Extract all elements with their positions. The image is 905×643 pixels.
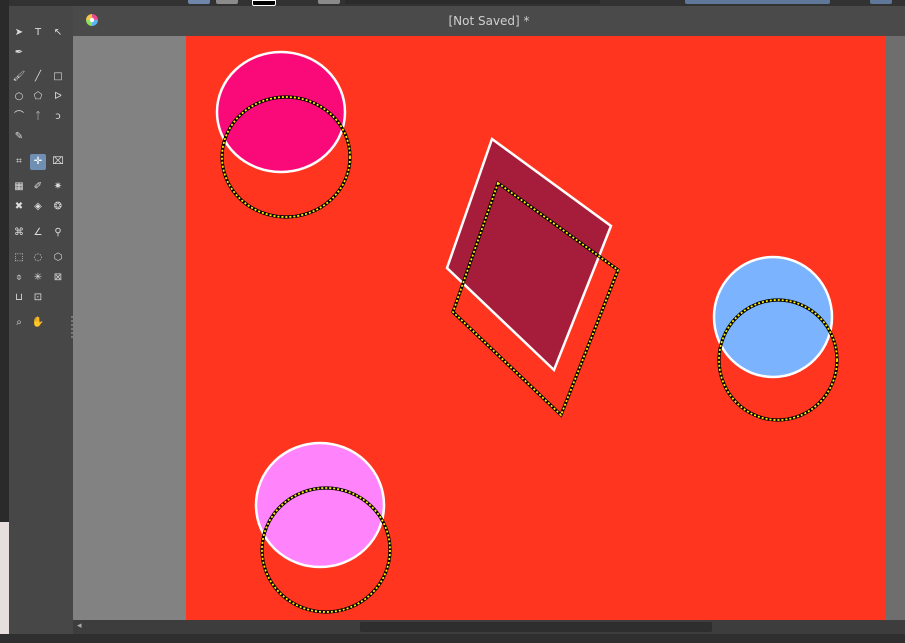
polygonal-selection-icon-glyph: ⬡ xyxy=(53,252,63,263)
zoom-tool-icon-glyph: ⌕ xyxy=(16,317,22,328)
magnetic-selection-icon-glyph: ⊡ xyxy=(33,292,43,303)
status-bar xyxy=(0,634,905,643)
fill-tool-icon-glyph: ◈ xyxy=(34,201,42,212)
gradient-button[interactable] xyxy=(318,0,340,4)
crop-tool-icon[interactable]: ⌧ xyxy=(51,155,65,169)
circle-magenta[interactable] xyxy=(215,50,347,174)
ellipse-tool-icon[interactable]: ○ xyxy=(12,90,26,104)
text-tool-icon-glyph: T xyxy=(34,27,42,38)
move-tool-icon[interactable]: ✛ xyxy=(30,154,46,170)
smart-patch-icon-glyph: ✷ xyxy=(53,181,63,192)
rectangular-selection-icon[interactable]: ⬚ xyxy=(12,251,26,265)
background-window xyxy=(0,522,9,643)
color-picker-icon[interactable]: ✐ xyxy=(31,180,45,194)
reference-pin-icon-glyph: ⚲ xyxy=(54,227,62,238)
bezier-curve-icon-glyph: ⌒ xyxy=(14,111,24,122)
ellipse-tool-icon-glyph: ○ xyxy=(14,91,24,102)
canvas-drawing[interactable] xyxy=(73,36,905,620)
gradient-tool-icon[interactable]: ▦ xyxy=(12,180,26,194)
circle-pink[interactable] xyxy=(254,441,386,569)
smart-patch-icon[interactable]: ✷ xyxy=(51,180,65,194)
multibrush-icon[interactable]: ✎ xyxy=(12,130,26,144)
line-tool-icon[interactable]: ╱ xyxy=(31,70,45,84)
elliptical-selection-icon[interactable]: ◌ xyxy=(31,251,45,265)
circle-blue[interactable] xyxy=(712,255,834,379)
magnetic-selection-icon[interactable]: ⊡ xyxy=(31,291,45,305)
polyline-tool-icon-glyph: ᐅ xyxy=(54,91,62,102)
polygonal-selection-icon[interactable]: ⬡ xyxy=(51,251,65,265)
left-edge-panel xyxy=(0,0,9,643)
similar-color-selection-icon[interactable]: ⊠ xyxy=(51,271,65,285)
freehand-brush-icon[interactable]: 🖌 xyxy=(12,70,26,84)
pattern-edit-icon[interactable]: ❂ xyxy=(51,200,65,214)
dynamic-brush-icon[interactable]: ᛏ xyxy=(31,110,45,124)
select-shapes-icon[interactable]: ➤ xyxy=(12,26,26,40)
bezier-curve-icon[interactable]: ⌒ xyxy=(12,110,26,124)
edit-shapes-icon[interactable]: ↖ xyxy=(51,26,65,40)
calligraphy-icon[interactable]: ✒ xyxy=(12,46,26,60)
transform-tool-icon[interactable]: ⌗ xyxy=(12,155,26,169)
edit-shapes-icon-glyph: ↖ xyxy=(53,27,63,38)
canvas-right-margin xyxy=(886,36,905,620)
freehand-brush-icon-glyph: 🖌 xyxy=(12,71,26,82)
dynamic-brush-icon-glyph: ᛏ xyxy=(35,111,41,122)
transform-tool-icon-glyph: ⌗ xyxy=(16,156,22,167)
measure-tool-icon-glyph: ∠ xyxy=(33,227,43,238)
reference-pin-icon[interactable]: ⚲ xyxy=(51,226,65,240)
zoom-tool-icon[interactable]: ⌕ xyxy=(12,316,26,330)
toolbox: ➤ T ↖ ✒ 🖌 ╱ □ ○ ⬠ ᐅ ⌒ ᛏ ↄ ✎ ⌗ ✛ ⌧ ▦ ✐ ✷ … xyxy=(9,6,73,643)
crop-tool-icon-glyph: ⌧ xyxy=(52,156,64,167)
pattern-edit-icon-glyph: ❂ xyxy=(53,201,63,212)
pan-tool-icon-glyph: ✋ xyxy=(31,317,45,328)
size-slider[interactable] xyxy=(870,0,892,4)
colorize-mask-icon[interactable]: ✖ xyxy=(12,200,26,214)
freehand-path-icon[interactable]: ↄ xyxy=(51,110,65,124)
rectangle-tool-icon-glyph: □ xyxy=(53,71,63,82)
freehand-selection-icon[interactable]: ⌽ xyxy=(12,271,26,285)
polygon-tool-icon[interactable]: ⬠ xyxy=(31,90,45,104)
color-picker-icon-glyph: ✐ xyxy=(33,181,43,192)
polygon-tool-icon-glyph: ⬠ xyxy=(33,91,43,102)
colorize-mask-icon-glyph: ✖ xyxy=(14,201,24,212)
scroll-left-icon[interactable]: ◂ xyxy=(77,621,82,631)
assistant-tool-icon-glyph: ⌘ xyxy=(14,227,24,238)
measure-tool-icon[interactable]: ∠ xyxy=(31,226,45,240)
brush-preset-button[interactable] xyxy=(188,0,210,4)
elliptical-selection-icon-glyph: ◌ xyxy=(33,252,43,263)
multibrush-icon-glyph: ✎ xyxy=(14,131,24,142)
horizontal-scrollbar[interactable]: ◂ xyxy=(73,620,905,634)
line-tool-icon-glyph: ╱ xyxy=(34,71,42,82)
freehand-selection-icon-glyph: ⌽ xyxy=(16,272,22,283)
select-shapes-icon-glyph: ➤ xyxy=(14,27,24,38)
rectangle-tool-icon[interactable]: □ xyxy=(51,70,65,84)
rectangular-selection-icon-glyph: ⬚ xyxy=(14,252,24,263)
opacity-slider[interactable] xyxy=(685,0,830,4)
text-tool-icon[interactable]: T xyxy=(31,26,45,40)
horizontal-scroll-thumb[interactable] xyxy=(360,622,712,632)
polyline-tool-icon[interactable]: ᐅ xyxy=(51,90,65,104)
fill-pattern-button[interactable] xyxy=(216,0,238,4)
pan-tool-icon[interactable]: ✋ xyxy=(31,316,45,330)
contiguous-selection-icon[interactable]: ✳ xyxy=(31,271,45,285)
calligraphy-icon-glyph: ✒ xyxy=(14,47,24,58)
blending-mode-select[interactable] xyxy=(345,0,600,4)
document-tab[interactable]: [Not Saved] * xyxy=(73,6,905,37)
bezier-selection-icon-glyph: ⊔ xyxy=(15,292,23,303)
document-title: [Not Saved] * xyxy=(448,14,530,28)
canvas-viewport[interactable] xyxy=(73,36,905,620)
gradient-tool-icon-glyph: ▦ xyxy=(14,181,24,192)
fill-tool-icon[interactable]: ◈ xyxy=(31,200,45,214)
contiguous-selection-icon-glyph: ✳ xyxy=(33,272,43,283)
bezier-selection-icon[interactable]: ⊔ xyxy=(12,291,26,305)
similar-color-selection-icon-glyph: ⊠ xyxy=(53,272,63,283)
freehand-path-icon-glyph: ↄ xyxy=(55,111,61,122)
move-tool-icon-glyph: ✛ xyxy=(33,156,43,167)
assistant-tool-icon[interactable]: ⌘ xyxy=(12,226,26,240)
